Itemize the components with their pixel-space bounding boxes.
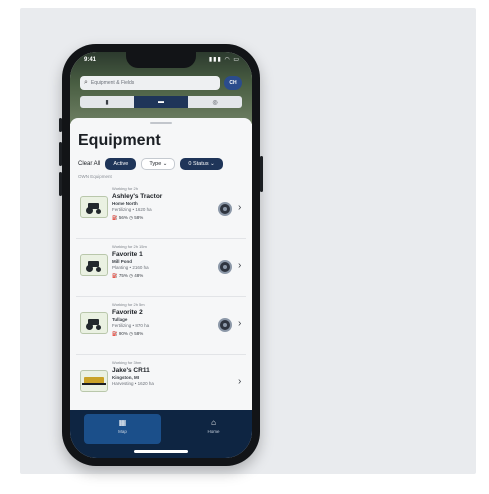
item-activity: Working for 3hm bbox=[112, 360, 142, 365]
segment-list[interactable]: ▮ bbox=[80, 96, 134, 108]
notch bbox=[126, 52, 196, 68]
list-icon: ▮ bbox=[105, 99, 109, 106]
item-name: Favorite 1 bbox=[112, 251, 143, 258]
item-activity: Working for 2h 15m bbox=[112, 244, 147, 249]
gauge-icon bbox=[218, 260, 232, 274]
search-input[interactable]: ⌕ Equipment & Fields bbox=[80, 76, 220, 90]
filter-bar: Clear All Active Type ⌄ 0 Status ⌄ bbox=[78, 158, 223, 170]
tractor-icon: ▬ bbox=[158, 99, 164, 105]
silent-switch bbox=[59, 118, 62, 132]
chevron-right-icon[interactable]: › bbox=[238, 202, 241, 213]
combine-icon bbox=[80, 370, 108, 392]
tractor-icon bbox=[80, 196, 108, 218]
item-name: Jake's CR11 bbox=[112, 367, 150, 374]
tractor-icon bbox=[80, 254, 108, 276]
item-operation: Fertilizing • 1620 ha bbox=[112, 207, 152, 212]
item-stats: ⛽ 90% ◷ 58% bbox=[112, 331, 144, 336]
status-icons: ▮▮▮ ◠ ▭ bbox=[208, 57, 240, 63]
segment-equipment[interactable]: ▬ bbox=[134, 96, 188, 108]
item-name: Favorite 2 bbox=[112, 309, 143, 316]
list-item[interactable]: Working for 3hm Jake's CR11 Kingston, MI… bbox=[76, 356, 246, 412]
avatar[interactable]: CH bbox=[224, 76, 242, 90]
equipment-sheet: Equipment Clear All Active Type ⌄ 0 Stat… bbox=[70, 118, 252, 410]
item-location: Home North bbox=[112, 201, 138, 206]
phone-frame: 9:41 ▮▮▮ ◠ ▭ ⌕ Equipment & Fields CH ▮ ▬… bbox=[59, 44, 263, 466]
list-item[interactable]: Working for 2h 5m Favorite 2 Tullage Fer… bbox=[76, 298, 246, 355]
segment-fields[interactable]: ◎ bbox=[188, 96, 242, 108]
gauge-icon bbox=[218, 202, 232, 216]
clear-all-button[interactable]: Clear All bbox=[78, 161, 100, 167]
page-title: Equipment bbox=[78, 132, 161, 149]
filter-type-chip[interactable]: Type ⌄ bbox=[141, 158, 176, 170]
gauge-icon bbox=[218, 318, 232, 332]
item-operation: Planting • 2160 ha bbox=[112, 265, 149, 270]
filter-active-chip[interactable]: Active bbox=[105, 158, 137, 170]
tractor-icon bbox=[80, 312, 108, 334]
chevron-right-icon[interactable]: › bbox=[238, 376, 241, 387]
tab-label: Home bbox=[207, 429, 220, 434]
view-segment-control: ▮ ▬ ◎ bbox=[80, 96, 242, 108]
item-activity: Working for 2h bbox=[112, 186, 138, 191]
list-item[interactable]: Working for 2h 15m Favorite 1 Mill Pond … bbox=[76, 240, 246, 297]
item-location: Kingston, MI bbox=[112, 375, 139, 380]
status-time: 9:41 bbox=[84, 57, 97, 63]
volume-down-button bbox=[59, 172, 62, 196]
item-stats: ⛽ 75% ◷ 48% bbox=[112, 273, 144, 278]
item-name: Ashley's Tractor bbox=[112, 193, 163, 200]
item-stats: ⛽ 56% ◷ 58% bbox=[112, 215, 144, 220]
app-screen: 9:41 ▮▮▮ ◠ ▭ ⌕ Equipment & Fields CH ▮ ▬… bbox=[70, 52, 252, 458]
tab-map[interactable]: ▦ Map bbox=[84, 414, 161, 444]
target-icon: ◎ bbox=[212, 99, 218, 106]
chevron-right-icon[interactable]: › bbox=[238, 318, 241, 329]
volume-up-button bbox=[59, 142, 62, 166]
item-location: Tullage bbox=[112, 317, 128, 322]
search-placeholder: Equipment & Fields bbox=[90, 80, 135, 86]
tab-label: Map bbox=[118, 429, 127, 434]
item-operation: Harvesting • 1620 ha bbox=[112, 381, 154, 386]
filter-status-chip[interactable]: 0 Status ⌄ bbox=[180, 158, 223, 170]
chevron-right-icon[interactable]: › bbox=[238, 260, 241, 271]
search-icon: ⌕ bbox=[84, 79, 88, 86]
home-indicator bbox=[134, 450, 188, 453]
sheet-grabber[interactable] bbox=[150, 122, 172, 124]
item-operation: Fertilizing • 870 ha bbox=[112, 323, 150, 328]
list-item[interactable]: Working for 2h Ashley's Tractor Home Nor… bbox=[76, 182, 246, 239]
section-label: OWN Equipment bbox=[78, 174, 112, 179]
power-button bbox=[260, 156, 263, 192]
item-location: Mill Pond bbox=[112, 259, 132, 264]
map-icon: ▦ bbox=[118, 418, 127, 427]
item-activity: Working for 2h 5m bbox=[112, 302, 145, 307]
home-icon: ⌂ bbox=[211, 418, 216, 427]
